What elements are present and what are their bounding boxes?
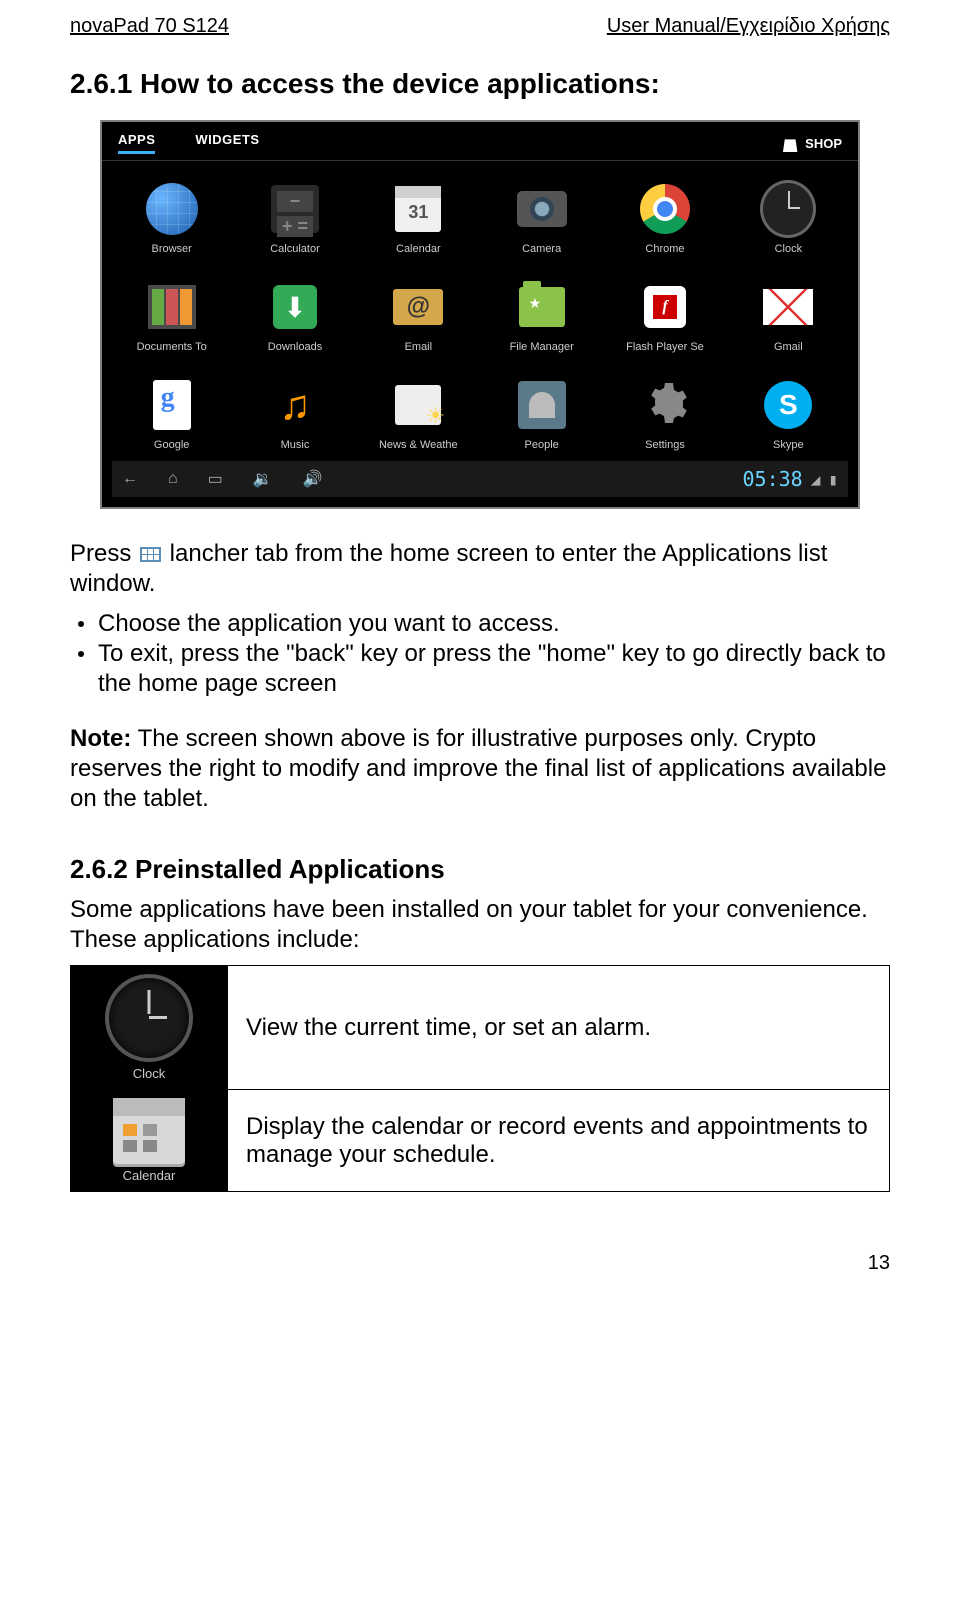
app-label: Flash Player Se bbox=[626, 341, 704, 353]
app-label: Calculator bbox=[270, 243, 320, 255]
table-row: Calendar Display the calendar or record … bbox=[71, 1090, 890, 1192]
desc-cell-calendar: Display the calendar or record events an… bbox=[228, 1090, 890, 1192]
page-number: 13 bbox=[70, 1252, 890, 1275]
battery-icon: ▮ bbox=[828, 470, 838, 489]
note-label: Note: bbox=[70, 725, 131, 752]
chrome-icon bbox=[640, 184, 690, 234]
app-label: Gmail bbox=[774, 341, 803, 353]
recents-icon[interactable]: ▭ bbox=[208, 469, 223, 489]
music-icon: ♫ bbox=[271, 381, 319, 429]
press-text-suffix: lancher tab from the home screen to ente… bbox=[70, 540, 827, 597]
tablet-screenshot: APPS WIDGETS SHOP Browser −+ = Calculator… bbox=[100, 120, 860, 509]
app-documents[interactable]: Documents To bbox=[110, 279, 233, 353]
app-downloads[interactable]: ⬇ Downloads bbox=[233, 279, 356, 353]
people-icon bbox=[518, 381, 566, 429]
app-label: Camera bbox=[522, 243, 561, 255]
app-email[interactable]: @ Email bbox=[357, 279, 480, 353]
app-label: Browser bbox=[151, 243, 191, 255]
app-label: Email bbox=[405, 341, 433, 353]
tab-apps[interactable]: APPS bbox=[118, 132, 155, 154]
section-heading-261: 2.6.1 How to access the device applicati… bbox=[70, 68, 890, 100]
news-icon bbox=[395, 385, 441, 425]
skype-icon: S bbox=[764, 381, 812, 429]
app-chrome[interactable]: Chrome bbox=[603, 181, 726, 255]
desc-cell-clock: View the current time, or set an alarm. bbox=[228, 966, 890, 1090]
gmail-icon bbox=[763, 289, 813, 325]
clock-icon bbox=[760, 180, 816, 238]
app-gmail[interactable]: Gmail bbox=[727, 279, 850, 353]
header-right: User Manual/Εγχειρίδιο Χρήσης bbox=[607, 15, 890, 38]
calendar-icon bbox=[395, 186, 441, 232]
bullet-2: To exit, press the "back" key or press t… bbox=[98, 639, 890, 699]
email-icon: @ bbox=[393, 289, 443, 325]
app-filemanager[interactable]: File Manager bbox=[480, 279, 603, 353]
app-label: Google bbox=[154, 439, 189, 451]
flash-icon: f bbox=[644, 286, 686, 328]
app-camera[interactable]: Camera bbox=[480, 181, 603, 255]
vol-down-icon[interactable]: 🔉 bbox=[253, 469, 273, 489]
app-browser[interactable]: Browser bbox=[110, 181, 233, 255]
google-icon bbox=[153, 380, 191, 430]
press-text-prefix: Press bbox=[70, 540, 138, 567]
app-label: Downloads bbox=[268, 341, 322, 353]
shop-icon bbox=[781, 134, 799, 152]
gear-icon bbox=[641, 379, 689, 432]
icon-cell-clock: Clock bbox=[71, 966, 228, 1090]
app-label: Chrome bbox=[645, 243, 684, 255]
calculator-icon: −+ = bbox=[271, 185, 319, 233]
status-time: 05:38 bbox=[743, 467, 803, 491]
vol-up-icon[interactable]: 🔊 bbox=[303, 469, 323, 489]
launcher-icon bbox=[140, 547, 161, 562]
shop-label: SHOP bbox=[805, 136, 842, 151]
app-music[interactable]: ♫ Music bbox=[233, 377, 356, 451]
header-left: novaPad 70 S124 bbox=[70, 15, 229, 38]
calendar-icon bbox=[113, 1098, 185, 1164]
folder-icon bbox=[519, 287, 565, 327]
app-label: File Manager bbox=[510, 341, 574, 353]
note-paragraph: Note: The screen shown above is for illu… bbox=[70, 724, 890, 814]
app-label: Calendar bbox=[396, 243, 441, 255]
app-calculator[interactable]: −+ = Calculator bbox=[233, 181, 356, 255]
press-paragraph: Press lancher tab from the home screen t… bbox=[70, 539, 890, 599]
documents-icon bbox=[148, 285, 196, 329]
app-calendar[interactable]: Calendar bbox=[357, 181, 480, 255]
shop-button[interactable]: SHOP bbox=[781, 134, 842, 152]
tab-widgets[interactable]: WIDGETS bbox=[195, 132, 259, 154]
app-label: Settings bbox=[645, 439, 685, 451]
tile-label: Calendar bbox=[123, 1168, 176, 1183]
icon-cell-calendar: Calendar bbox=[71, 1090, 228, 1192]
signal-icon: ◢ bbox=[811, 470, 821, 489]
app-label: Clock bbox=[775, 243, 803, 255]
app-clock[interactable]: Clock bbox=[727, 181, 850, 255]
tile-label: Clock bbox=[133, 1066, 166, 1081]
globe-icon bbox=[146, 183, 198, 235]
app-news[interactable]: News & Weathe bbox=[357, 377, 480, 451]
camera-icon bbox=[517, 191, 567, 227]
bullet-1: Choose the application you want to acces… bbox=[98, 609, 560, 639]
app-label: People bbox=[525, 439, 559, 451]
app-skype[interactable]: S Skype bbox=[727, 377, 850, 451]
home-icon[interactable]: ⌂ bbox=[168, 470, 178, 488]
preinstalled-table: Clock View the current time, or set an a… bbox=[70, 965, 890, 1192]
bullet-icon bbox=[78, 621, 84, 627]
app-label: News & Weathe bbox=[379, 439, 458, 451]
app-people[interactable]: People bbox=[480, 377, 603, 451]
preinstalled-paragraph: Some applications have been installed on… bbox=[70, 895, 890, 955]
app-settings[interactable]: Settings bbox=[603, 377, 726, 451]
app-label: Skype bbox=[773, 439, 804, 451]
clock-icon bbox=[105, 974, 193, 1062]
app-label: Music bbox=[281, 439, 310, 451]
bullet-icon bbox=[78, 651, 84, 657]
section-heading-262: 2.6.2 Preinstalled Applications bbox=[70, 854, 890, 885]
app-google[interactable]: Google bbox=[110, 377, 233, 451]
table-row: Clock View the current time, or set an a… bbox=[71, 966, 890, 1090]
app-label: Documents To bbox=[137, 341, 207, 353]
download-icon: ⬇ bbox=[273, 285, 317, 329]
note-body: The screen shown above is for illustrati… bbox=[70, 725, 886, 812]
back-icon[interactable]: ← bbox=[122, 470, 138, 488]
app-flash[interactable]: f Flash Player Se bbox=[603, 279, 726, 353]
